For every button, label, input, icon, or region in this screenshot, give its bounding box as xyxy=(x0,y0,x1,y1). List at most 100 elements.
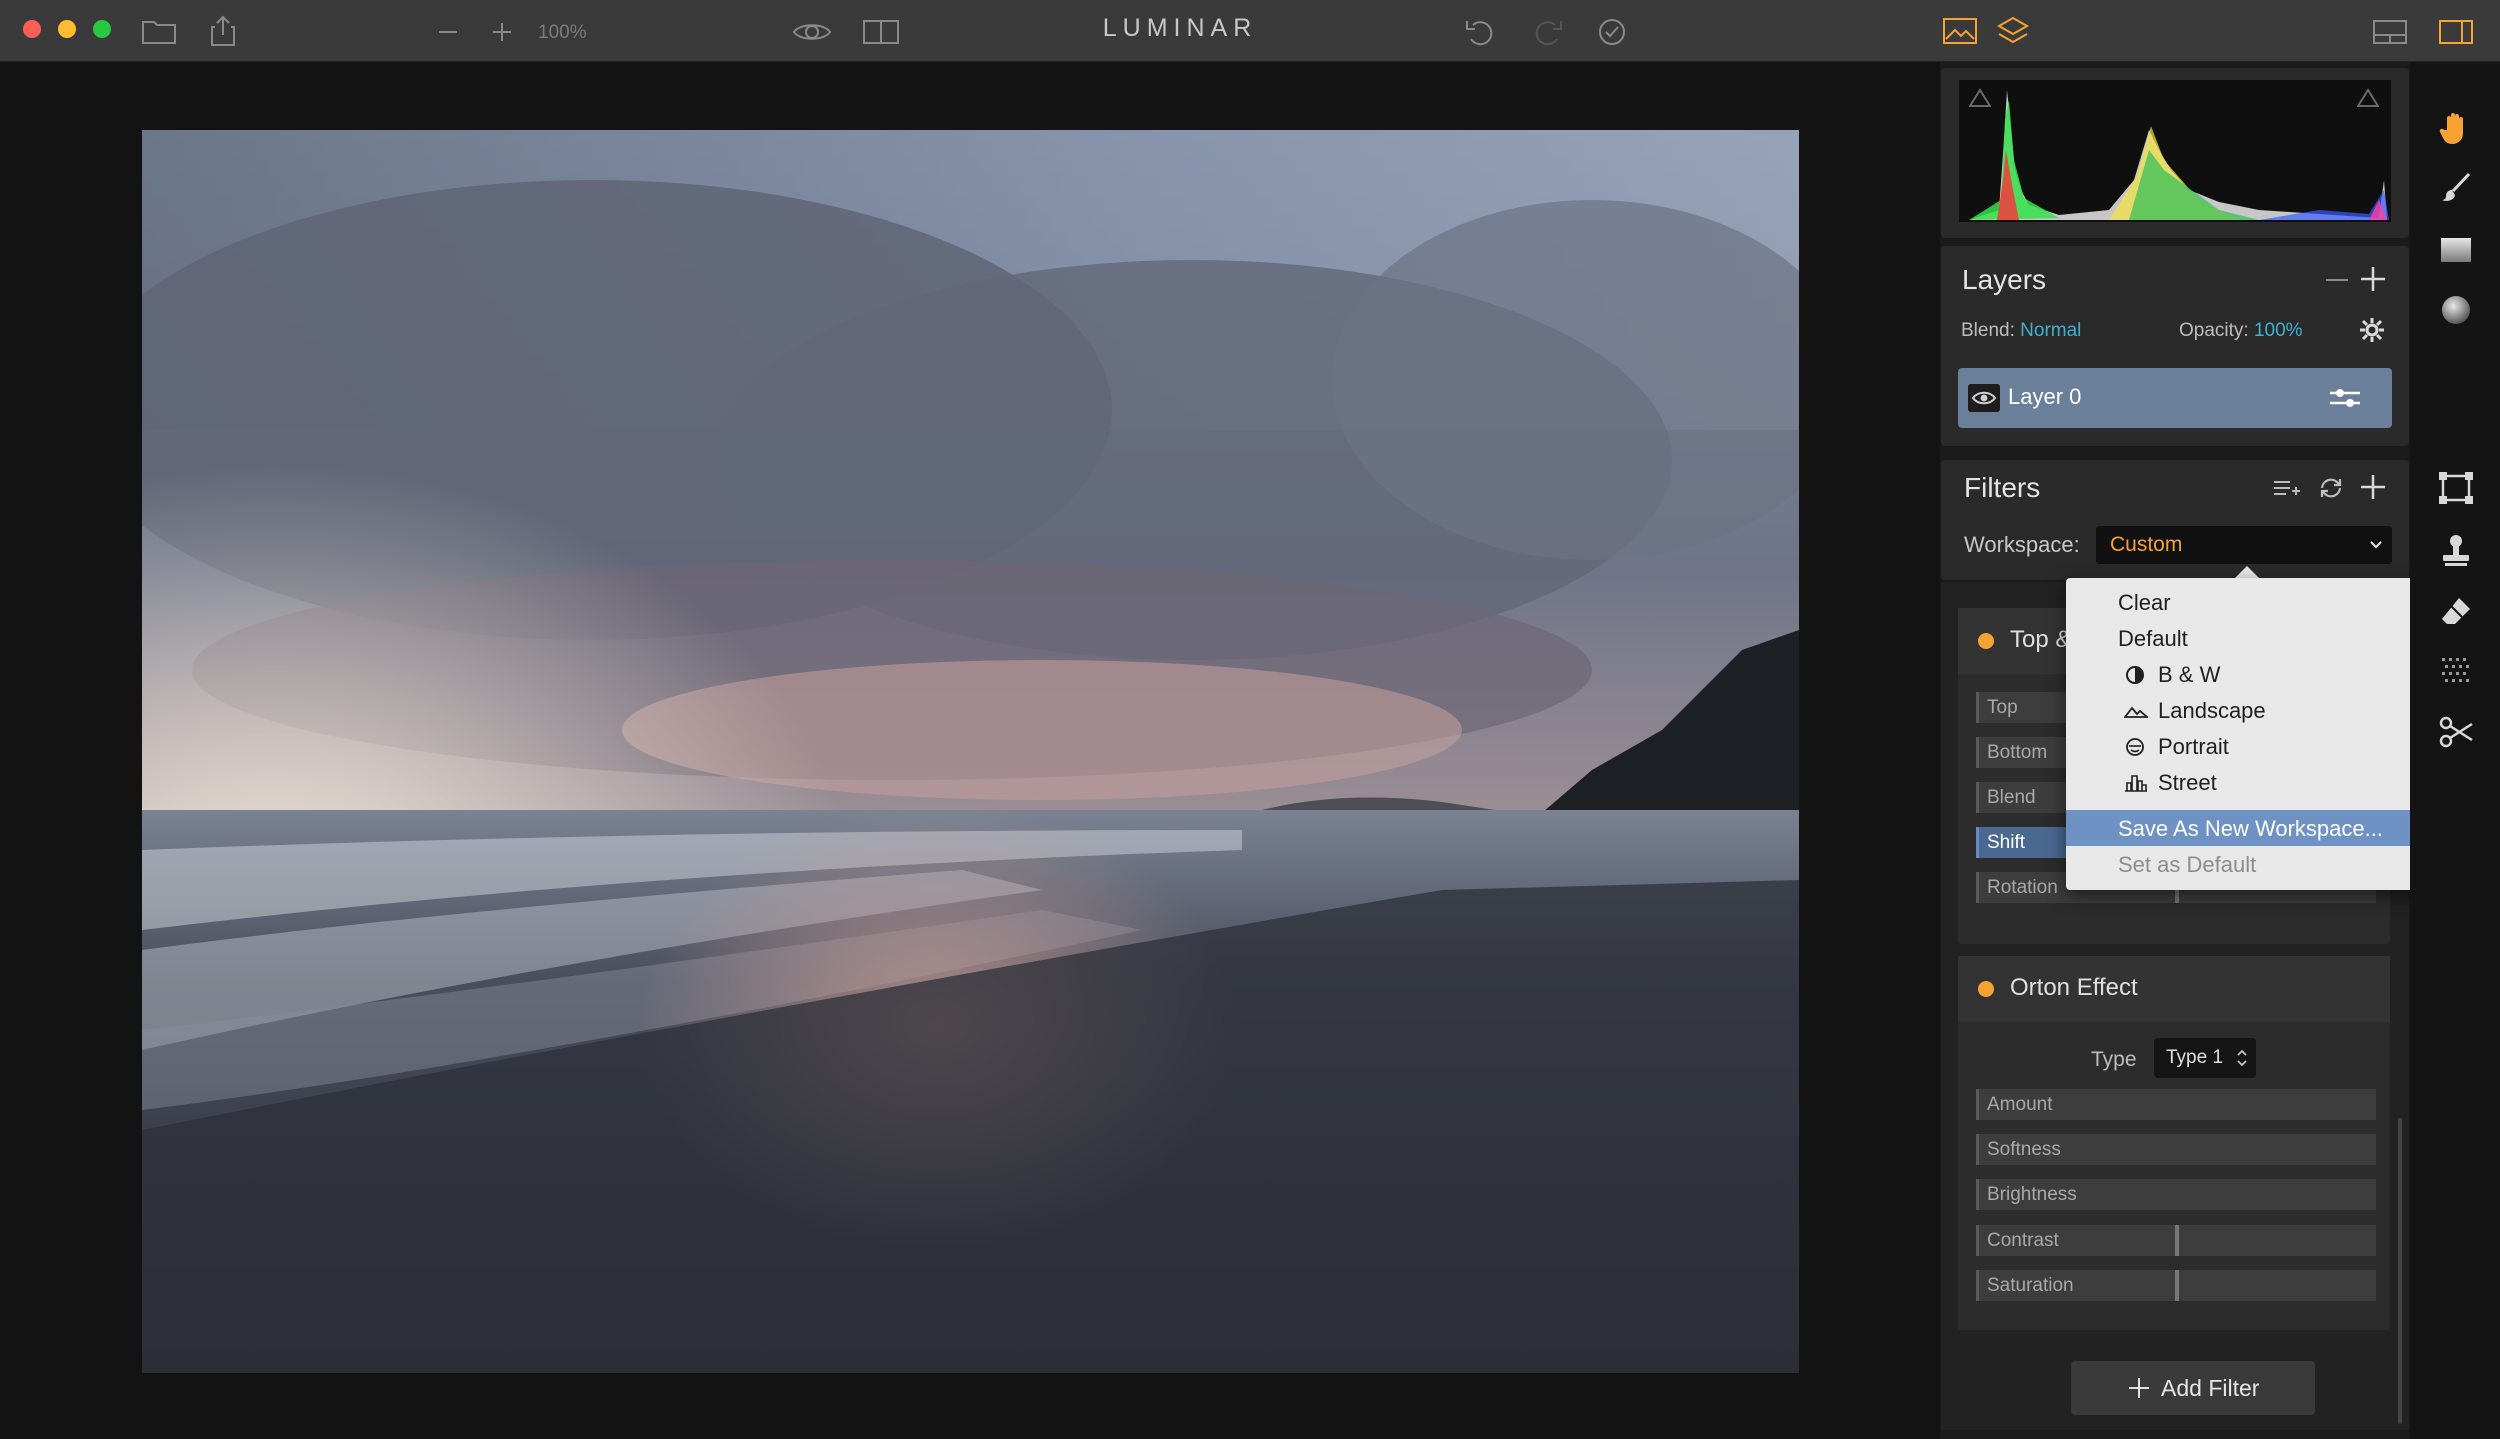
menu-item-default[interactable]: Default xyxy=(2066,620,2422,656)
layout-filmstrip-icon[interactable] xyxy=(2372,18,2408,46)
slider-brightness[interactable]: Brightness xyxy=(1976,1179,2376,1210)
filter-list-icon[interactable] xyxy=(2272,474,2302,502)
image-view-icon[interactable] xyxy=(1942,16,1978,46)
workspace-value: Custom xyxy=(2110,533,2183,556)
noise-icon[interactable] xyxy=(2436,652,2476,692)
menu-item-label: Clear xyxy=(2118,590,2171,615)
eraser-icon[interactable] xyxy=(2436,592,2476,632)
scissors-icon[interactable] xyxy=(2436,712,2476,752)
add-layer-icon[interactable] xyxy=(2358,264,2390,296)
add-filter-label: Add Filter xyxy=(2161,1375,2260,1401)
menu-item-save-as-new-workspace[interactable]: Save As New Workspace... xyxy=(2066,810,2422,846)
slider-label: Top xyxy=(1987,697,2018,718)
slider-contrast[interactable]: Contrast xyxy=(1976,1225,2376,1256)
filter-refresh-icon[interactable] xyxy=(2316,474,2346,502)
workspace-label: Workspace: xyxy=(1964,532,2080,557)
radial-icon[interactable] xyxy=(2436,290,2476,330)
add-filter-button[interactable]: Add Filter xyxy=(2071,1361,2315,1415)
opacity-label: Opacity: xyxy=(2179,320,2249,341)
slider-label: Shift xyxy=(1987,832,2026,853)
filters-scrollbar[interactable] xyxy=(2398,1118,2402,1424)
opacity-value[interactable]: 100% xyxy=(2254,320,2303,341)
compare-split-icon[interactable] xyxy=(862,18,900,46)
blend-value[interactable]: Normal xyxy=(2020,320,2081,341)
minimize-window-button[interactable] xyxy=(58,20,76,38)
layout-sidebar-icon[interactable] xyxy=(2438,18,2474,46)
slider-amount[interactable]: Amount xyxy=(1976,1089,2376,1120)
menu-item-clear[interactable]: Clear xyxy=(2066,584,2422,620)
menu-item-landscape[interactable]: Landscape xyxy=(2066,692,2422,728)
filter-header-orton-effect[interactable]: Orton Effect xyxy=(1958,956,2390,1022)
undo-icon[interactable] xyxy=(1464,16,1498,48)
bw-circle-icon xyxy=(2124,664,2146,686)
zoom-out-icon[interactable] xyxy=(436,20,460,44)
filter-enabled-dot[interactable] xyxy=(1978,981,1994,997)
menu-item-bw[interactable]: B & W xyxy=(2066,656,2422,692)
menu-item-label: Street xyxy=(2158,770,2217,795)
photo-preview[interactable] xyxy=(142,130,1799,1373)
title-bar: 100% LUMINAR xyxy=(0,0,2500,62)
filter-title: Orton Effect xyxy=(2010,974,2138,1001)
slider-label: Contrast xyxy=(1987,1230,2059,1251)
open-folder-icon[interactable] xyxy=(140,16,178,46)
layer-opacity[interactable]: Opacity: 100% xyxy=(2179,320,2303,342)
face-icon xyxy=(2124,736,2146,758)
slider-saturation[interactable]: Saturation xyxy=(1976,1270,2376,1301)
close-window-button[interactable] xyxy=(23,20,41,38)
zoom-level[interactable]: 100% xyxy=(538,22,587,44)
layers-title: Layers xyxy=(1962,264,2047,295)
layer-visibility-eye-icon[interactable] xyxy=(1968,384,2000,412)
type-label: Type xyxy=(2091,1048,2137,1071)
buildings-icon xyxy=(2124,772,2147,794)
menu-item-label: Portrait xyxy=(2158,734,2229,759)
slider-label: Brightness xyxy=(1987,1184,2077,1205)
slider-top[interactable]: Top xyxy=(1976,692,2066,723)
layer-settings-gear-icon[interactable] xyxy=(2358,316,2388,346)
menu-item-label: Default xyxy=(2118,626,2188,651)
app-title: LUMINAR xyxy=(1102,14,1258,42)
slider-label: Softness xyxy=(1987,1139,2061,1160)
slider-shift[interactable]: Shift xyxy=(1976,827,2066,858)
type-value: Type 1 xyxy=(2166,1047,2224,1068)
slider-softness[interactable]: Softness xyxy=(1976,1134,2376,1165)
highlight-clipping-icon[interactable] xyxy=(2356,88,2380,113)
menu-item-street[interactable]: Street xyxy=(2066,764,2422,800)
blend-label: Blend: xyxy=(1961,320,2015,341)
layer-row[interactable]: Layer 0 xyxy=(1958,368,2392,428)
history-check-icon[interactable] xyxy=(1596,16,1628,48)
preview-eye-icon[interactable] xyxy=(792,18,832,46)
slider-blend[interactable]: Blend xyxy=(1976,782,2066,813)
slider-bottom[interactable]: Bottom xyxy=(1976,737,2066,768)
layers-view-icon[interactable] xyxy=(1995,14,2031,48)
hand-icon[interactable] xyxy=(2436,108,2476,148)
shadow-clipping-icon[interactable] xyxy=(1968,88,1992,113)
slider-label: Saturation xyxy=(1987,1275,2074,1296)
mountain-icon xyxy=(2123,700,2150,722)
histogram xyxy=(1959,80,2391,222)
menu-item-set-as-default[interactable]: Set as Default xyxy=(2066,846,2422,882)
share-icon[interactable] xyxy=(208,14,238,48)
menu-item-portrait[interactable]: Portrait xyxy=(2066,728,2422,764)
crop-icon[interactable] xyxy=(2436,468,2476,508)
orton-type-select[interactable]: Type 1 xyxy=(2154,1038,2256,1078)
slider-label: Bottom xyxy=(1987,742,2048,763)
filter-enabled-dot[interactable] xyxy=(1978,633,1994,649)
remove-layer-icon[interactable] xyxy=(2322,266,2354,294)
menu-item-label: Landscape xyxy=(2158,698,2266,723)
slider-label: Blend xyxy=(1987,787,2036,808)
plus-icon xyxy=(2127,1376,2151,1405)
clone-stamp-icon[interactable] xyxy=(2436,530,2476,570)
blend-mode[interactable]: Blend: Normal xyxy=(1961,320,2081,342)
gradient-icon[interactable] xyxy=(2436,230,2476,270)
layer-name[interactable]: Layer 0 xyxy=(2008,384,2081,410)
add-filter-plus-icon[interactable] xyxy=(2358,472,2390,504)
workspace-dropdown-menu: Clear Default B & W Landscape Portrait S… xyxy=(2066,578,2422,890)
layer-adjust-icon[interactable] xyxy=(2328,384,2362,412)
brush-icon[interactable] xyxy=(2436,168,2476,208)
workspace-select[interactable]: Custom xyxy=(2096,526,2392,564)
redo-icon[interactable] xyxy=(1530,16,1564,48)
menu-item-label: Save As New Workspace... xyxy=(2118,816,2383,841)
zoom-in-icon[interactable] xyxy=(490,20,514,44)
maximize-window-button[interactable] xyxy=(93,20,111,38)
slider-label: Amount xyxy=(1987,1094,2053,1115)
